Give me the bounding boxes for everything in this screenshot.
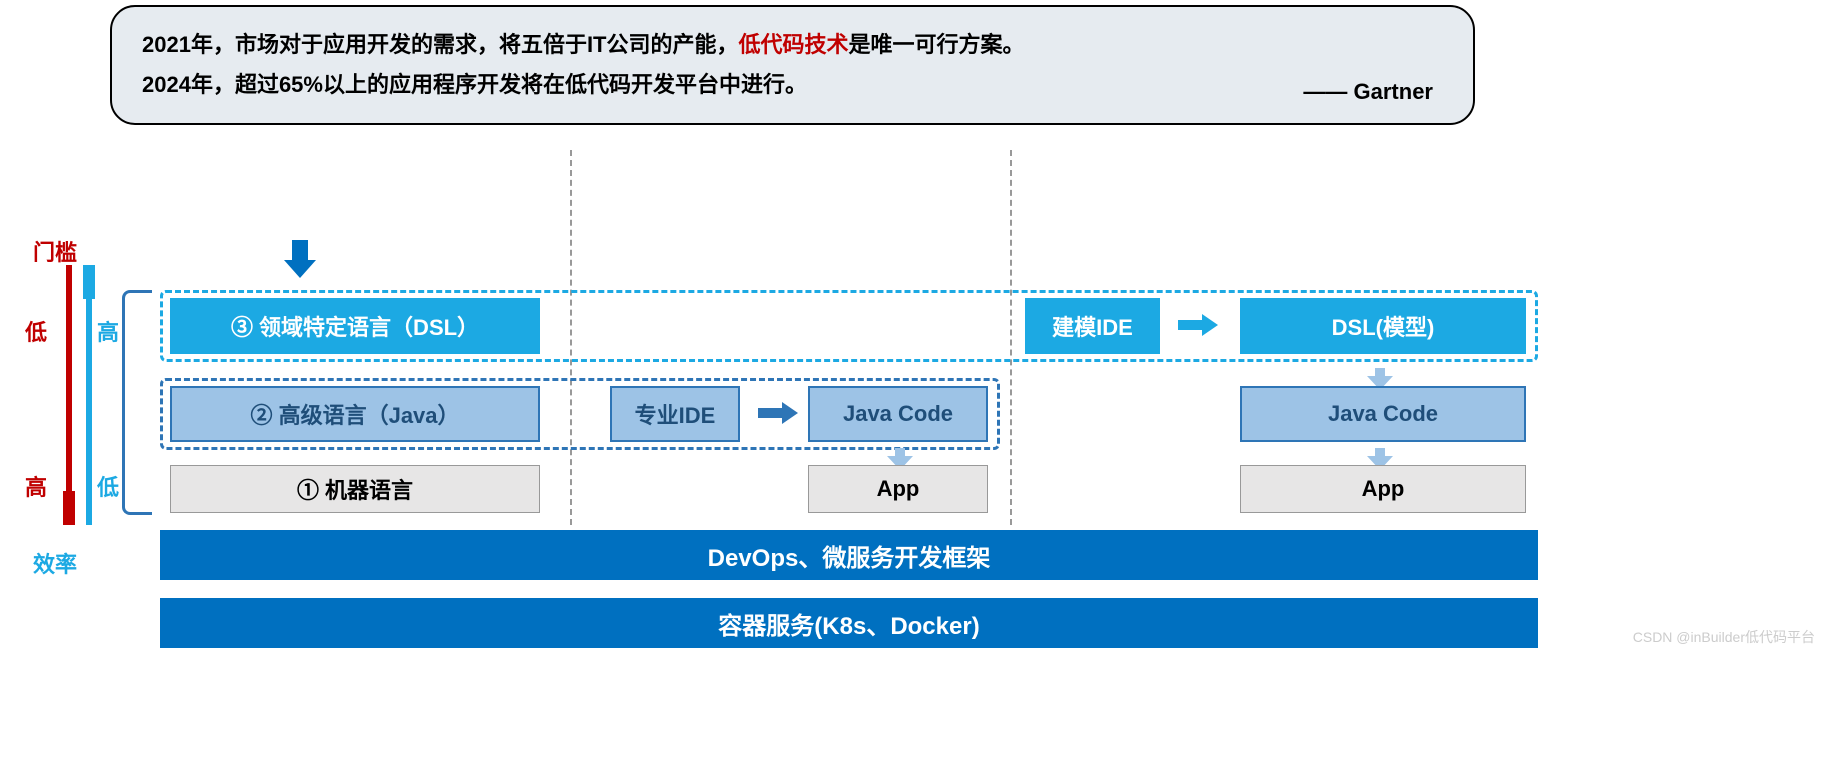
arrow-right-icon-1	[1178, 312, 1218, 345]
box-java-code-2: Java Code	[1240, 386, 1526, 442]
arrow-down-red-icon	[63, 265, 75, 525]
box-pro-ide: 专业IDE	[610, 386, 740, 442]
bracket-icon	[122, 290, 152, 515]
axis-red-low: 低	[25, 315, 47, 347]
quote-text-1a: 2021年，市场对于应用开发的需求，将五倍于IT公司的产能，	[142, 32, 739, 57]
watermark: CSDN @inBuilder低代码平台	[1633, 627, 1815, 647]
box-java: ② 高级语言（Java）	[170, 386, 540, 442]
quote-line-1: 2021年，市场对于应用开发的需求，将五倍于IT公司的产能，低代码技术是唯一可行…	[142, 25, 1443, 65]
box-app-2: App	[1240, 465, 1526, 513]
box-model-ide: 建模IDE	[1025, 298, 1160, 354]
arrow-up-blue-icon	[83, 265, 95, 525]
box-app-1: App	[808, 465, 988, 513]
axis-blue-high: 高	[97, 315, 119, 347]
quote-highlight: 低代码技术	[739, 32, 849, 57]
axis-area: 门槛 效率 低 高 高 低	[25, 235, 135, 575]
box-k8s: 容器服务(K8s、Docker)	[160, 598, 1538, 648]
quote-source: —— Gartner	[1303, 79, 1433, 105]
box-machine: ① 机器语言	[170, 465, 540, 513]
box-devops: DevOps、微服务开发框架	[160, 530, 1538, 580]
box-dsl-model: DSL(模型)	[1240, 298, 1526, 354]
quote-box: 2021年，市场对于应用开发的需求，将五倍于IT公司的产能，低代码技术是唯一可行…	[110, 5, 1475, 125]
axis-label-efficiency: 效率	[33, 547, 77, 579]
axis-label-threshold: 门槛	[33, 235, 77, 267]
box-java-code: Java Code	[808, 386, 988, 442]
arrow-down-icon-1	[280, 240, 320, 285]
arrow-right-icon-2	[758, 400, 798, 433]
box-dsl: ③ 领域特定语言（DSL）	[170, 298, 540, 354]
quote-line-2: 2024年，超过65%以上的应用程序开发将在低代码开发平台中进行。	[142, 65, 1443, 105]
axis-blue-low: 低	[97, 470, 119, 502]
quote-text-1c: 是唯一可行方案。	[849, 32, 1025, 57]
axis-red-high: 高	[25, 470, 47, 502]
